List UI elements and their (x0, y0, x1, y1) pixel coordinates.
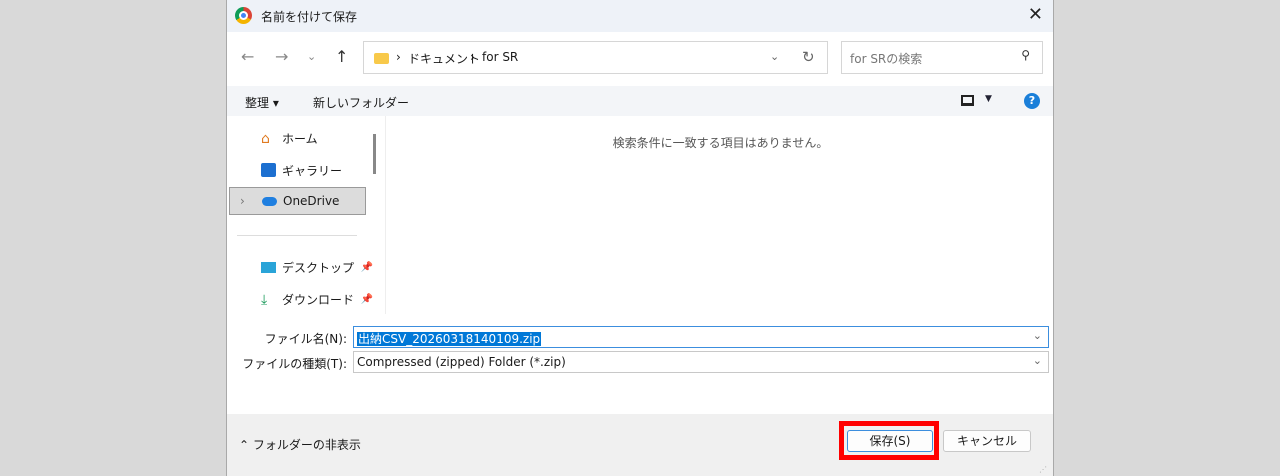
chevron-down-icon[interactable]: ⌄ (1033, 329, 1042, 342)
breadcrumb-for-sr[interactable]: for SR (482, 50, 518, 64)
download-icon: ⤓ (261, 292, 268, 308)
up-button[interactable]: ↑ (335, 47, 348, 66)
organize-button[interactable]: 整理 ▾ (245, 94, 279, 111)
save-as-dialog: 名前を付けて保存 ✕ ← → ⌄ ↑ › ドキュメント › for SR ⌄ ↻… (226, 0, 1054, 476)
title-bar: 名前を付けて保存 ✕ (227, 0, 1053, 32)
toolbar: 整理 ▾ 新しいフォルダー ▼ ? (227, 86, 1053, 116)
expand-chevron-icon[interactable]: › (240, 194, 245, 208)
empty-message: 検索条件に一致する項目はありません。 (612, 136, 829, 150)
nav-item-onedrive[interactable]: › OneDrive (229, 187, 366, 215)
nav-item-downloads[interactable]: ⤓ ダウンロード 📌 (237, 285, 373, 313)
recent-dropdown[interactable]: ⌄ (307, 50, 316, 63)
view-icon[interactable] (961, 95, 974, 106)
address-dropdown-icon[interactable]: ⌄ (770, 50, 779, 63)
back-button[interactable]: ← (241, 47, 254, 66)
search-icon: ⚲ (1021, 48, 1030, 62)
search-input[interactable]: for SRの検索 (850, 50, 922, 67)
pin-icon[interactable]: 📌 (361, 262, 373, 273)
onedrive-icon (262, 196, 277, 206)
help-icon[interactable]: ? (1024, 93, 1040, 109)
footer: ⌃ フォルダーの非表示 保存(S) キャンセル ⋰ (227, 414, 1053, 476)
nav-item-gallery[interactable]: ギャラリー (237, 156, 365, 184)
nav-item-home[interactable]: ⌂ ホーム (237, 124, 365, 152)
address-bar[interactable]: › ドキュメント › for SR ⌄ ↻ (363, 41, 828, 74)
resize-grip-icon[interactable]: ⋰ (1039, 465, 1047, 474)
filename-label: ファイル名(N): (264, 332, 347, 346)
home-icon: ⌂ (261, 131, 270, 147)
desktop-icon (261, 261, 276, 273)
nav-item-desktop[interactable]: デスクトップ 📌 (237, 253, 373, 281)
divider (237, 235, 357, 236)
filetype-select[interactable]: Compressed (zipped) Folder (*.zip) ⌄ (353, 351, 1049, 373)
save-button[interactable]: 保存(S) (847, 430, 933, 452)
nav-scrollbar[interactable] (373, 134, 376, 174)
close-button[interactable]: ✕ (1028, 4, 1043, 25)
chrome-icon (235, 7, 252, 24)
cancel-button[interactable]: キャンセル (943, 430, 1031, 452)
folder-icon (374, 53, 389, 64)
filename-input[interactable]: 出納CSV_20260318140109.zip ⌄ (353, 326, 1049, 348)
forward-button[interactable]: → (275, 47, 288, 66)
view-dropdown-icon[interactable]: ▼ (985, 94, 992, 104)
file-list: 検索条件に一致する項目はありません。 (385, 116, 1055, 314)
refresh-icon[interactable]: ↻ (802, 48, 815, 66)
dialog-title: 名前を付けて保存 (261, 10, 358, 24)
filetype-label: ファイルの種類(T): (242, 357, 347, 371)
pin-icon[interactable]: 📌 (361, 294, 373, 305)
chevron-down-icon[interactable]: ⌄ (1033, 354, 1042, 367)
gallery-icon (261, 163, 276, 177)
hide-folders-button[interactable]: ⌃ フォルダーの非表示 (239, 436, 361, 453)
navigation-pane: ⌂ ホーム ギャラリー › OneDrive デスクトップ 📌 ⤓ ダウンロード 📌 (227, 116, 373, 314)
new-folder-button[interactable]: 新しいフォルダー (313, 94, 409, 111)
search-box[interactable]: for SRの検索 ⚲ (841, 41, 1043, 74)
chevron-up-icon: ⌃ (239, 438, 253, 452)
